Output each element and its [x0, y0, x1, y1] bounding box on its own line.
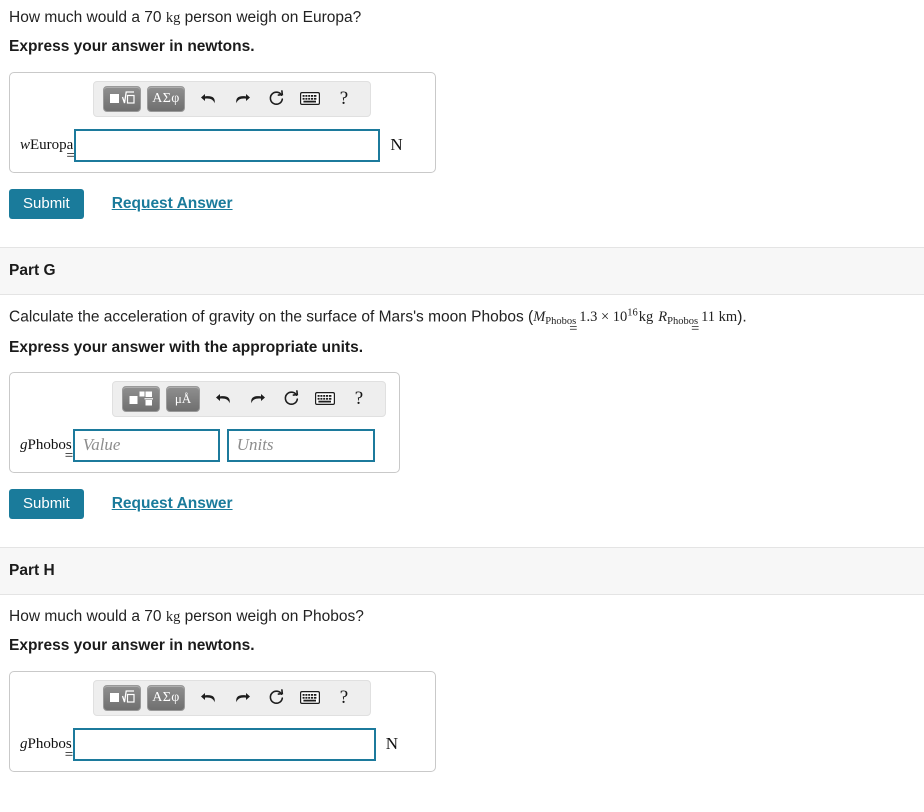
- greek-symbols-button[interactable]: ΑΣφ: [147, 684, 185, 711]
- request-answer-link-phobos-g[interactable]: Request Answer: [112, 495, 233, 513]
- question-suffix: person weigh on Phobos?: [180, 607, 364, 625]
- equals-glyph-m: =: [569, 321, 578, 338]
- question-text-europa: How much would a 70 kg person weigh on E…: [0, 0, 924, 28]
- phobos-mass-radius-math: MPhobos = 1.3 × 1016kg RPhobos = 11 km: [533, 308, 737, 337]
- reset-icon[interactable]: [274, 384, 308, 414]
- template-icon[interactable]: [103, 85, 141, 112]
- answer-input-europa[interactable]: [74, 128, 381, 162]
- unit-suffix-newtons: N: [390, 135, 403, 155]
- submit-row-phobos-g: Submit Request Answer: [9, 488, 924, 519]
- template-icon[interactable]: [103, 684, 141, 711]
- submit-row-europa: Submit Request Answer: [9, 188, 924, 219]
- answer-input-row-phobos-h: gPhobos = N: [20, 727, 425, 763]
- math-toolbar-phobos-h: ΑΣφ ?: [93, 679, 371, 716]
- math-toolbar-phobos-g: μÅ ?: [112, 380, 386, 417]
- question-suffix: person weigh on Europa?: [180, 9, 362, 26]
- answer-input-row-europa: wEuropa = N: [20, 128, 425, 164]
- problem-page: How much would a 70 kg person weigh on E…: [0, 0, 924, 772]
- units-input-phobos-g[interactable]: [226, 428, 375, 462]
- equals-glyph: =: [64, 746, 74, 763]
- part-header-g: Part G: [0, 246, 924, 295]
- question-prefix: How much would a 70: [9, 9, 166, 26]
- help-icon[interactable]: ?: [327, 683, 361, 713]
- template-units-icon[interactable]: [122, 385, 160, 412]
- instruction-phobos-h: Express your answer in newtons.: [9, 637, 255, 655]
- reset-icon[interactable]: [259, 84, 293, 114]
- math-toolbar-europa: ΑΣφ ?: [93, 80, 371, 117]
- question-prefix: How much would a 70: [9, 607, 166, 625]
- question-prefix: Calculate the acceleration of gravity on…: [9, 308, 534, 326]
- part-title-g: Part G: [9, 261, 56, 279]
- help-icon[interactable]: ?: [342, 384, 376, 414]
- equals-glyph-r: =: [691, 321, 700, 338]
- question-text-phobos-g: Calculate the acceleration of gravity on…: [0, 295, 924, 337]
- answer-box-phobos-g: μÅ ? gPhobos =: [9, 371, 400, 473]
- answer-box-phobos-h: ΑΣφ ? gPhobos = N: [9, 670, 436, 772]
- instruction-europa: Express your answer in newtons.: [9, 38, 255, 56]
- value-input-phobos-g[interactable]: [72, 428, 220, 462]
- question-suffix: ).: [737, 308, 747, 326]
- keyboard-icon[interactable]: [293, 84, 327, 114]
- undo-icon[interactable]: [206, 384, 240, 414]
- submit-button-phobos-g[interactable]: Submit: [9, 488, 84, 519]
- mass-unit-math: kg: [165, 608, 181, 625]
- variable-label-g-phobos: gPhobos =: [20, 436, 74, 464]
- undo-icon[interactable]: [191, 84, 225, 114]
- submit-button-europa[interactable]: Submit: [9, 188, 84, 219]
- equals-glyph: =: [66, 147, 75, 164]
- part-title-h: Part H: [9, 561, 55, 579]
- variable-label-g-phobos-h: gPhobos =: [20, 735, 74, 763]
- answer-input-row-phobos-g: gPhobos =: [20, 428, 389, 464]
- part-header-h: Part H: [0, 546, 924, 595]
- instruction-phobos-g: Express your answer with the appropriate…: [9, 338, 364, 356]
- keyboard-icon[interactable]: [308, 384, 342, 414]
- unit-suffix-newtons: N: [385, 734, 398, 754]
- variable-label-w-europa: wEuropa =: [20, 136, 75, 164]
- equals-glyph: =: [64, 447, 74, 464]
- answer-box-europa: ΑΣφ ? wEuropa = N: [9, 71, 436, 173]
- mass-unit-math: kg: [165, 10, 181, 26]
- redo-icon[interactable]: [225, 683, 259, 713]
- answer-input-phobos-h[interactable]: [72, 727, 376, 761]
- redo-icon[interactable]: [225, 84, 259, 114]
- help-icon[interactable]: ?: [327, 84, 361, 114]
- request-answer-link-europa[interactable]: Request Answer: [112, 195, 233, 213]
- question-text-phobos-h: How much would a 70 kg person weigh on P…: [0, 595, 924, 627]
- units-symbols-button[interactable]: μÅ: [166, 385, 200, 412]
- keyboard-icon[interactable]: [293, 683, 327, 713]
- reset-icon[interactable]: [259, 683, 293, 713]
- undo-icon[interactable]: [191, 683, 225, 713]
- redo-icon[interactable]: [240, 384, 274, 414]
- greek-symbols-button[interactable]: ΑΣφ: [147, 85, 185, 112]
